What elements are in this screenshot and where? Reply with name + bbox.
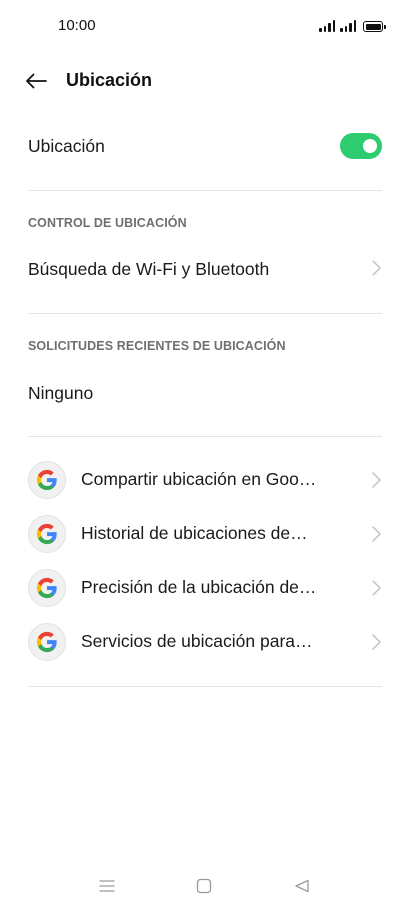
menu-button[interactable] (95, 874, 119, 898)
signal-icon (340, 20, 356, 32)
google-service-label: Servicios de ubicación para… (81, 631, 313, 651)
home-button[interactable] (192, 874, 216, 898)
battery-icon (363, 21, 386, 32)
none-label: Ninguno (28, 383, 94, 403)
home-icon (196, 878, 212, 894)
signal-icon (319, 20, 335, 32)
back-nav-button[interactable] (290, 874, 314, 898)
chevron-right-icon (372, 472, 381, 488)
google-service-item[interactable]: Precisión de la ubicación de… (28, 566, 382, 610)
chevron-right-icon (372, 526, 381, 542)
location-toggle-label: Ubicación (28, 136, 105, 156)
google-service-label: Historial de ubicaciones de… (81, 523, 308, 543)
google-service-label: Precisión de la ubicación de… (81, 577, 317, 597)
divider (28, 190, 382, 191)
back-arrow-icon (26, 73, 47, 89)
status-time: 10:00 (58, 17, 96, 34)
location-toggle-switch[interactable] (340, 133, 382, 159)
divider (28, 686, 382, 687)
google-service-label: Compartir ubicación en Goo… (81, 469, 317, 489)
wifi-bluetooth-scanning-item[interactable]: Búsqueda de Wi-Fi y Bluetooth (28, 257, 382, 281)
navigation-bar (0, 868, 409, 904)
google-g-icon (28, 569, 66, 607)
back-triangle-icon (295, 879, 309, 893)
section-header-location-control: CONTROL DE UBICACIÓN (28, 216, 187, 230)
recent-requests-empty: Ninguno (28, 381, 382, 405)
section-header-recent-requests: SOLICITUDES RECIENTES DE UBICACIÓN (28, 339, 286, 353)
google-g-icon (28, 461, 66, 499)
back-button[interactable] (22, 68, 50, 94)
google-service-item[interactable]: Servicios de ubicación para… (28, 620, 382, 664)
app-bar: Ubicación (0, 56, 409, 106)
google-g-icon (28, 623, 66, 661)
divider (28, 313, 382, 314)
location-toggle-row[interactable]: Ubicación (28, 133, 382, 159)
menu-icon (99, 880, 115, 892)
divider (28, 436, 382, 437)
google-g-icon (28, 515, 66, 553)
chevron-right-icon (372, 634, 381, 650)
chevron-right-icon (372, 260, 381, 276)
status-icons (319, 17, 386, 32)
toggle-knob (363, 139, 377, 153)
chevron-right-icon (372, 580, 381, 596)
wifi-bluetooth-scanning-label: Búsqueda de Wi-Fi y Bluetooth (28, 259, 270, 279)
google-service-item[interactable]: Historial de ubicaciones de… (28, 512, 382, 556)
status-bar: 10:00 (0, 0, 409, 50)
page-title: Ubicación (66, 70, 153, 90)
google-service-item[interactable]: Compartir ubicación en Goo… (28, 458, 382, 502)
